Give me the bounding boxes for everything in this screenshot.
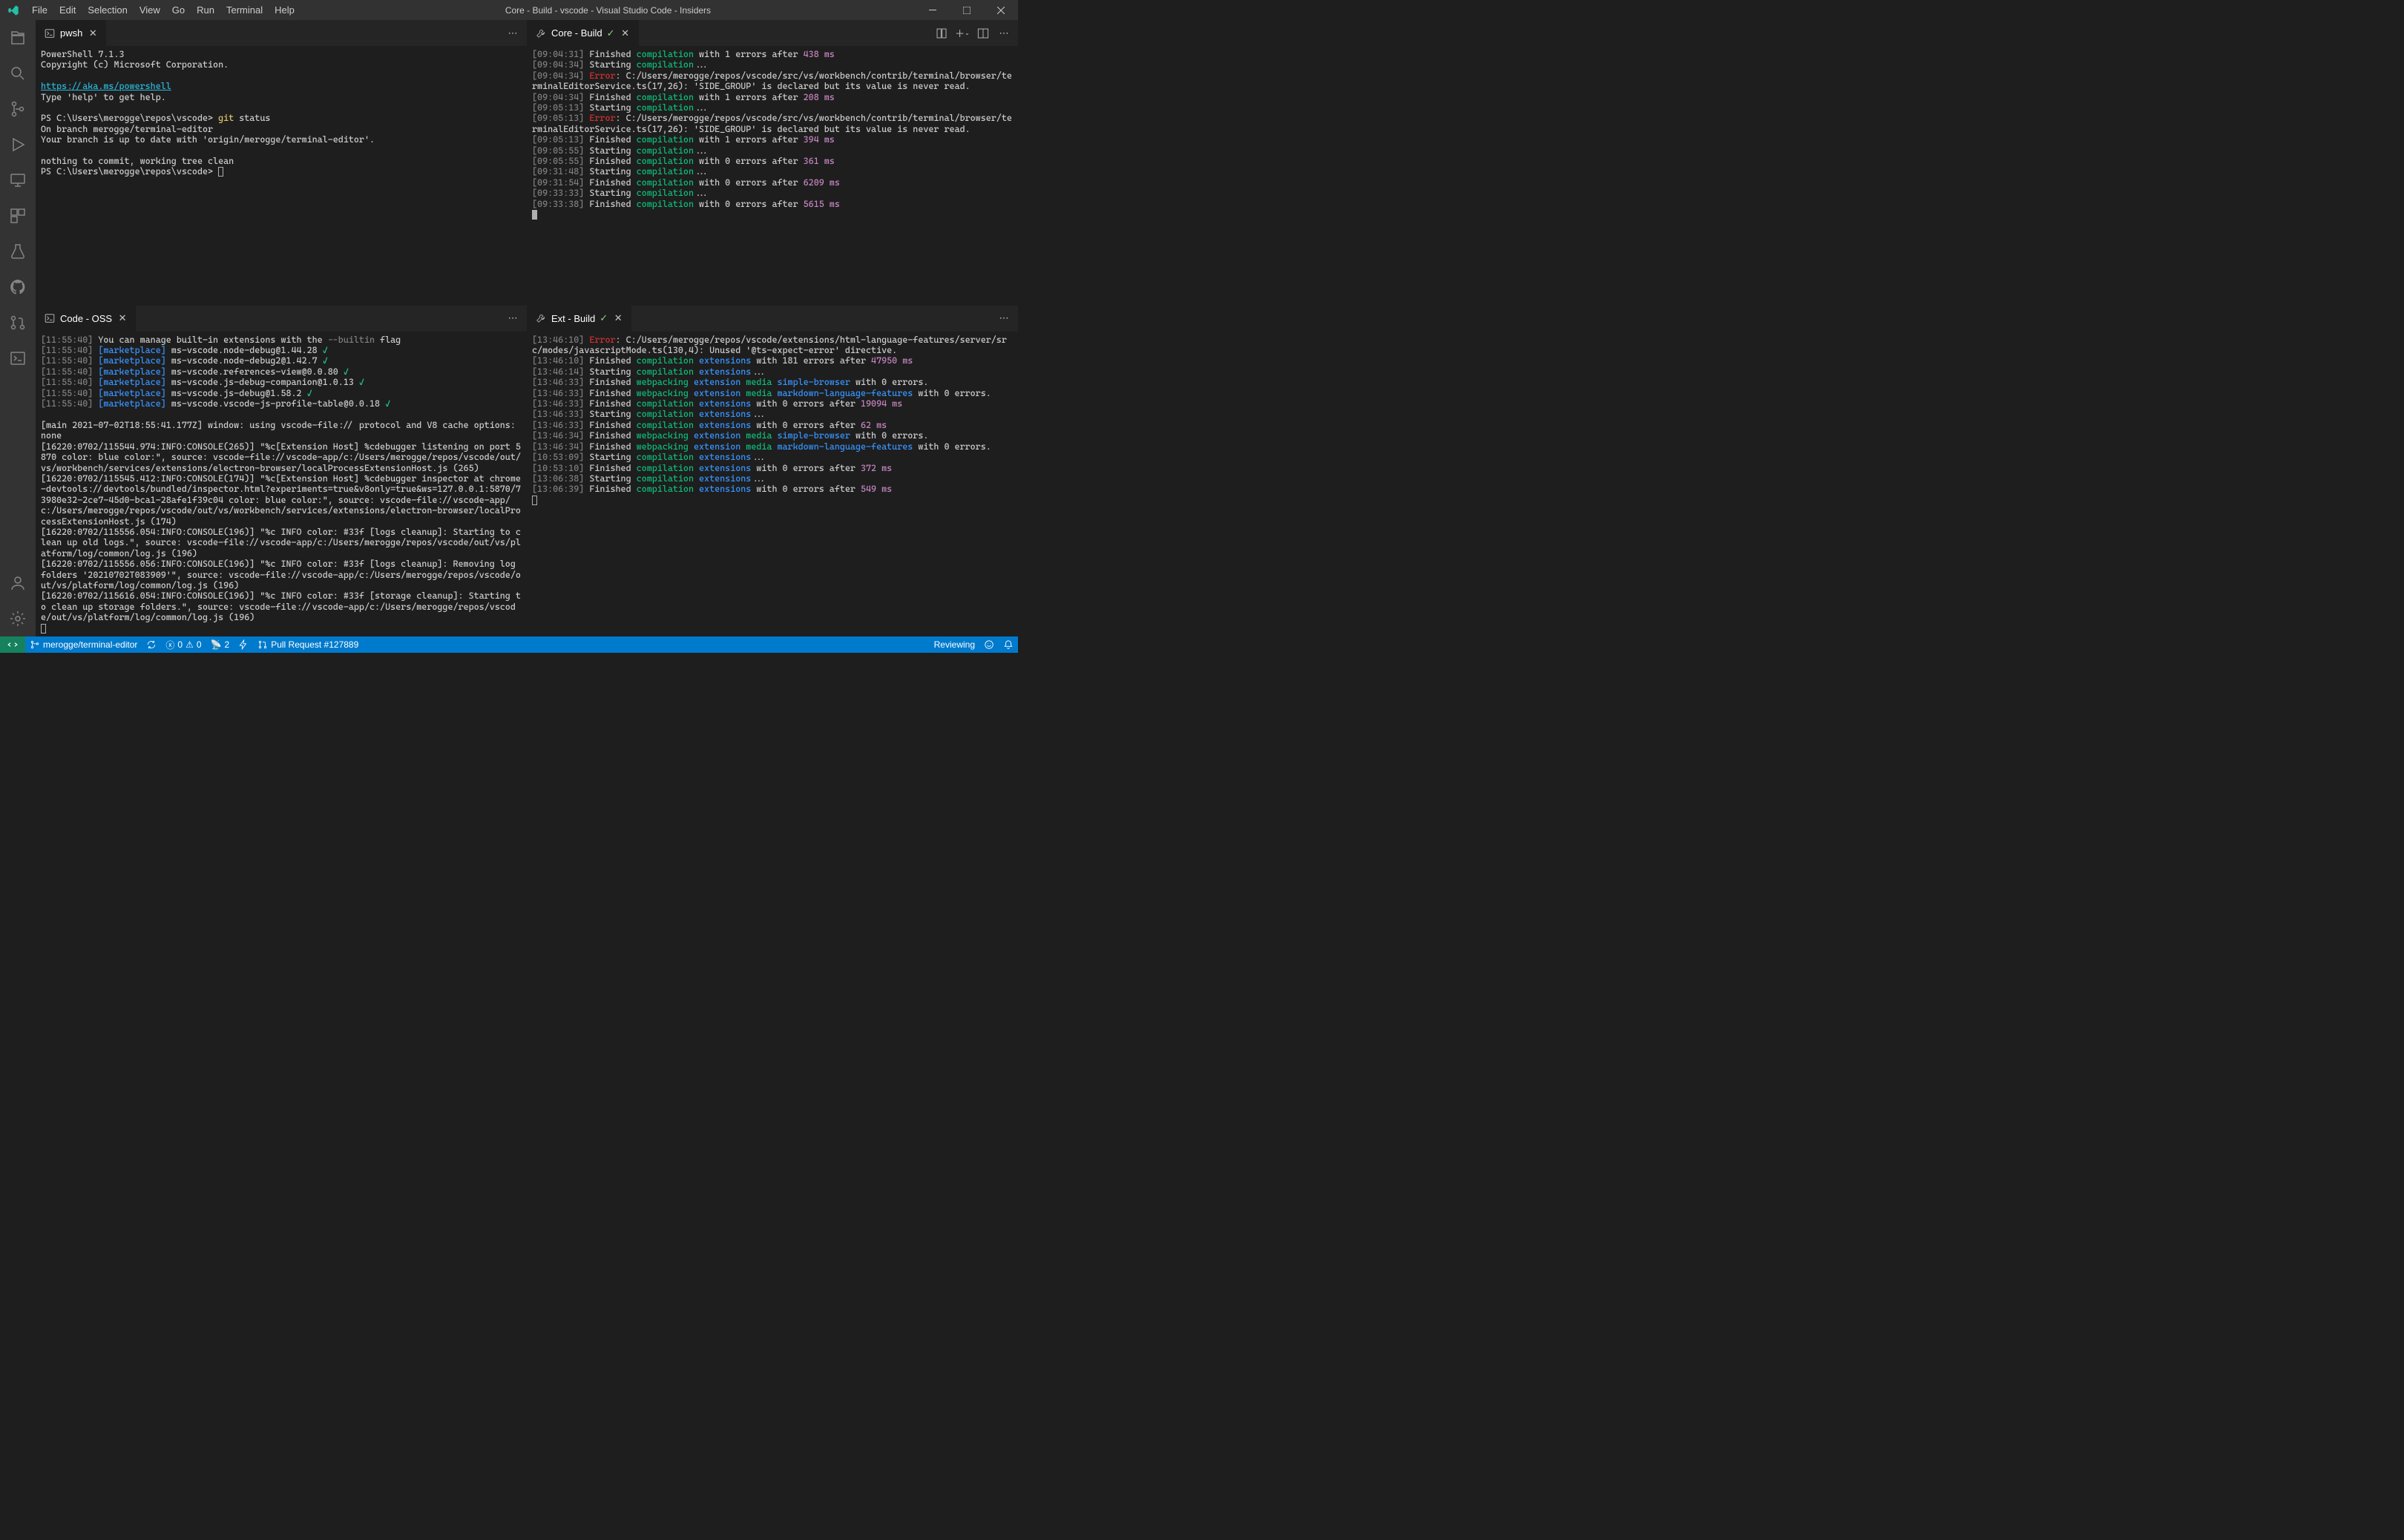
menu-file[interactable]: File bbox=[26, 0, 53, 20]
add-icon[interactable]: ＋⌄ bbox=[956, 27, 969, 40]
error-icon: ⓧ bbox=[165, 639, 174, 651]
editor-grid: pwsh ✕ ⋯ PowerShell 7.1.3 Copyright (c) … bbox=[36, 20, 1018, 636]
main-area: pwsh ✕ ⋯ PowerShell 7.1.3 Copyright (c) … bbox=[0, 20, 1018, 636]
explorer-icon[interactable] bbox=[0, 20, 36, 56]
testing-icon[interactable] bbox=[0, 234, 36, 269]
more-icon[interactable]: ⋯ bbox=[506, 27, 519, 40]
pane-bottom-right: Ext - Build ✓ ✕ ⋯ [13:46:10] Error: C:/U… bbox=[527, 305, 1018, 636]
broadcast-icon: 📡 bbox=[211, 639, 222, 650]
branch-status[interactable]: merogge/terminal-editor bbox=[25, 636, 142, 653]
menu-selection[interactable]: Selection bbox=[82, 0, 133, 20]
review-status[interactable]: Reviewing bbox=[930, 636, 979, 653]
review-label: Reviewing bbox=[934, 639, 975, 650]
menu-view[interactable]: View bbox=[134, 0, 166, 20]
tab-ext-build[interactable]: Ext - Build ✓ ✕ bbox=[528, 306, 632, 332]
tab-label: Ext - Build bbox=[551, 313, 595, 324]
menu-run[interactable]: Run bbox=[191, 0, 220, 20]
more-icon[interactable]: ⋯ bbox=[997, 312, 1011, 325]
problems-status[interactable]: ⓧ0 ⚠0 bbox=[161, 636, 206, 653]
quickfix-status[interactable] bbox=[234, 636, 253, 653]
extensions-icon[interactable] bbox=[0, 198, 36, 234]
run-debug-icon[interactable] bbox=[0, 127, 36, 162]
pane-actions: ＋⌄ ⋯ bbox=[927, 20, 1018, 46]
warning-icon: ⚠ bbox=[185, 639, 194, 650]
menu-go[interactable]: Go bbox=[166, 0, 191, 20]
terminal-icon bbox=[44, 27, 56, 39]
menu-bar: FileEditSelectionViewGoRunTerminalHelp bbox=[26, 0, 300, 20]
window-title: Core - Build - vscode - Visual Studio Co… bbox=[300, 5, 916, 16]
titlebar: FileEditSelectionViewGoRunTerminalHelp C… bbox=[0, 0, 1018, 20]
github-icon[interactable] bbox=[0, 269, 36, 305]
more-icon[interactable]: ⋯ bbox=[506, 312, 519, 325]
ports-count: 2 bbox=[225, 639, 230, 650]
menu-edit[interactable]: Edit bbox=[53, 0, 82, 20]
menu-terminal[interactable]: Terminal bbox=[220, 0, 269, 20]
tab-bar: Code - OSS ✕ ⋯ bbox=[36, 306, 527, 332]
feedback-icon[interactable] bbox=[979, 636, 999, 653]
source-control-icon[interactable] bbox=[0, 91, 36, 127]
tab-bar: pwsh ✕ ⋯ bbox=[36, 20, 527, 46]
tab-label: Code - OSS bbox=[60, 313, 112, 324]
terminal-panel-icon[interactable] bbox=[0, 340, 36, 376]
terminal-output[interactable]: [09:04:31] Finished compilation with 1 e… bbox=[528, 46, 1018, 305]
ports-status[interactable]: 📡 2 bbox=[206, 636, 234, 653]
tab-pwsh[interactable]: pwsh ✕ bbox=[36, 20, 107, 46]
error-count: 0 bbox=[177, 639, 183, 650]
close-icon[interactable]: ✕ bbox=[620, 27, 631, 39]
check-icon: ✓ bbox=[600, 312, 608, 324]
pane-actions: ⋯ bbox=[990, 306, 1018, 332]
terminal-output[interactable]: [13:46:10] Error: C:/Users/merogge/repos… bbox=[528, 332, 1018, 636]
pane-bottom-left: Code - OSS ✕ ⋯ [11:55:40] You can manage… bbox=[36, 305, 527, 636]
remote-indicator[interactable] bbox=[0, 636, 25, 653]
more-icon[interactable]: ⋯ bbox=[997, 27, 1011, 40]
tab-label: Core - Build bbox=[551, 27, 602, 39]
branch-name: merogge/terminal-editor bbox=[43, 639, 137, 650]
remote-explorer-icon[interactable] bbox=[0, 162, 36, 198]
pane-top-right: Core - Build ✓ ✕ ＋⌄ ⋯ [09:04:31] Finishe… bbox=[527, 20, 1018, 305]
tab-bar: Ext - Build ✓ ✕ ⋯ bbox=[528, 306, 1018, 332]
pull-request-label: Pull Request #127889 bbox=[271, 639, 358, 650]
minimize-button[interactable] bbox=[916, 0, 950, 20]
close-button[interactable] bbox=[984, 0, 1018, 20]
account-icon[interactable] bbox=[0, 565, 36, 601]
compare-icon[interactable] bbox=[935, 27, 948, 40]
terminal-output[interactable]: [11:55:40] You can manage built-in exten… bbox=[36, 332, 527, 636]
check-icon: ✓ bbox=[607, 27, 615, 39]
search-icon[interactable] bbox=[0, 56, 36, 91]
pane-actions: ⋯ bbox=[499, 306, 527, 332]
close-icon[interactable]: ✕ bbox=[612, 312, 624, 324]
pane-top-left: pwsh ✕ ⋯ PowerShell 7.1.3 Copyright (c) … bbox=[36, 20, 527, 305]
pull-request-panel-icon[interactable] bbox=[0, 305, 36, 340]
tools-icon bbox=[535, 312, 547, 324]
pull-request-status[interactable]: Pull Request #127889 bbox=[253, 636, 363, 653]
tab-core-build[interactable]: Core - Build ✓ ✕ bbox=[528, 20, 640, 46]
maximize-button[interactable] bbox=[950, 0, 984, 20]
close-icon[interactable]: ✕ bbox=[87, 27, 99, 39]
sync-status[interactable] bbox=[142, 636, 161, 653]
vscode-insiders-logo-icon bbox=[0, 4, 26, 16]
tab-bar: Core - Build ✓ ✕ ＋⌄ ⋯ bbox=[528, 20, 1018, 46]
activity-bar bbox=[0, 20, 36, 636]
terminal-output[interactable]: PowerShell 7.1.3 Copyright (c) Microsoft… bbox=[36, 46, 527, 305]
warning-count: 0 bbox=[197, 639, 202, 650]
close-icon[interactable]: ✕ bbox=[116, 312, 128, 324]
pane-actions: ⋯ bbox=[499, 20, 527, 46]
tools-icon bbox=[535, 27, 547, 39]
tab-label: pwsh bbox=[60, 27, 82, 39]
settings-gear-icon[interactable] bbox=[0, 601, 36, 636]
split-icon[interactable] bbox=[976, 27, 990, 40]
menu-help[interactable]: Help bbox=[269, 0, 300, 20]
status-bar: merogge/terminal-editor ⓧ0 ⚠0 📡 2 Pull R… bbox=[0, 636, 1018, 653]
window-controls bbox=[916, 0, 1018, 20]
terminal-icon bbox=[44, 312, 56, 324]
tab-code-oss[interactable]: Code - OSS ✕ bbox=[36, 306, 137, 332]
notifications-icon[interactable] bbox=[999, 636, 1018, 653]
